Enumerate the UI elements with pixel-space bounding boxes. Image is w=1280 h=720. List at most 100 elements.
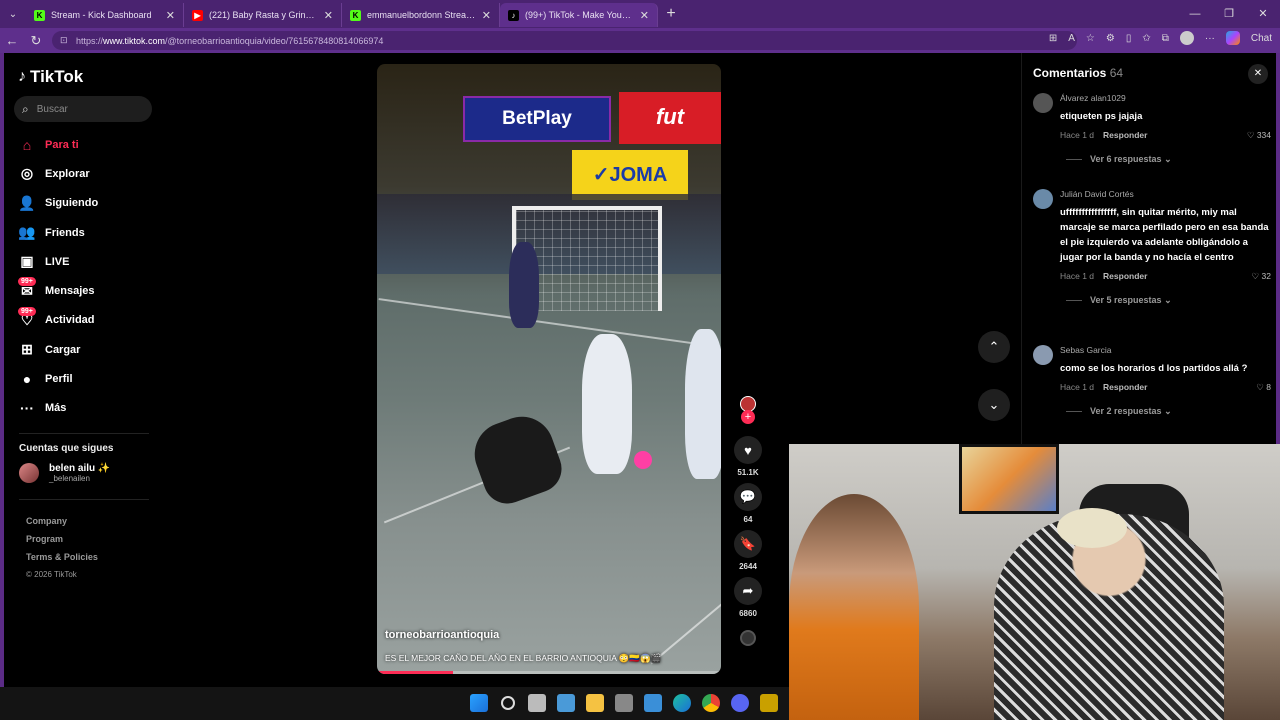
comment-user[interactable]: Álvarez alan1029 xyxy=(1060,93,1271,103)
reply-button[interactable]: Responder xyxy=(1103,382,1147,393)
translate-icon[interactable]: A xyxy=(1068,33,1075,44)
chevron-up-icon[interactable]: ⌃ xyxy=(978,331,1010,363)
bookmark-icon: 🔖 xyxy=(734,530,762,558)
avatar[interactable] xyxy=(1033,345,1053,365)
profile-avatar[interactable] xyxy=(1179,31,1194,45)
chrome-icon[interactable] xyxy=(702,694,720,712)
copyright: © 2026 TikTok xyxy=(26,570,77,579)
url-host: www.tiktok.com xyxy=(103,35,166,46)
music-disc-icon[interactable] xyxy=(740,630,756,646)
file-explorer-icon[interactable] xyxy=(586,694,604,712)
following-account[interactable]: belen ailu ✨ _belenailen xyxy=(19,463,110,483)
sidebar-item-mas[interactable]: ··· Más xyxy=(18,394,98,423)
favorites-icon[interactable]: ✩ xyxy=(1142,33,1150,44)
comment-like-button[interactable]: ♡ 32 xyxy=(1252,271,1271,282)
comment-user[interactable]: Julián David Cortés xyxy=(1060,189,1271,199)
sidebar-item-siguiendo[interactable]: 👤 Siguiendo xyxy=(18,189,98,218)
like-button[interactable]: ♥ 51.1K xyxy=(730,436,766,477)
comment-button[interactable]: 💬 64 xyxy=(730,483,766,524)
sidebar-item-mensajes[interactable]: ✉ 99+ Mensajes xyxy=(18,276,98,305)
minimize-icon[interactable]: — xyxy=(1178,0,1212,28)
tab-3[interactable]: ♪ (99+) TikTok - Make Your Day ✕ xyxy=(500,3,658,27)
windows-start-icon[interactable] xyxy=(470,694,488,712)
copilot-icon[interactable] xyxy=(1225,31,1240,45)
reply-button[interactable]: Responder xyxy=(1103,271,1147,282)
search-placeholder: Buscar xyxy=(36,103,68,115)
app-icon[interactable]: ⊞ xyxy=(1049,33,1057,44)
discord-icon[interactable] xyxy=(731,694,749,712)
view-replies-button[interactable]: Ver 2 respuestas ⌄ xyxy=(1066,406,1271,417)
notification-badge: 99+ xyxy=(18,306,36,316)
close-icon[interactable]: ✕ xyxy=(482,9,491,22)
comment-like-button[interactable]: ♡ 334 xyxy=(1247,130,1271,141)
chat-label[interactable]: Chat xyxy=(1251,33,1272,44)
close-window-icon[interactable]: ✕ xyxy=(1246,0,1280,28)
menu-icon[interactable]: ··· xyxy=(1205,33,1215,44)
comment-like-button[interactable]: ♡ 8 xyxy=(1256,382,1271,393)
network-icon[interactable] xyxy=(644,694,662,712)
extensions-icon[interactable]: ⚙ xyxy=(1106,33,1115,44)
sidebar-item-explorar[interactable]: ◎ Explorar xyxy=(18,159,98,188)
comment-user[interactable]: Sebas Garcia xyxy=(1060,345,1271,355)
app-icon[interactable] xyxy=(760,694,778,712)
tiktok-note-icon: ♪ xyxy=(18,68,26,85)
avatar[interactable] xyxy=(1033,93,1053,113)
close-icon[interactable]: ✕ xyxy=(166,9,175,22)
close-icon[interactable]: ✕ xyxy=(324,9,333,22)
split-screen-icon[interactable]: ▯ xyxy=(1126,33,1132,44)
search-input[interactable]: ⌕ Buscar xyxy=(14,96,152,122)
back-icon[interactable]: ← xyxy=(0,33,24,48)
sidebar-item-para-ti[interactable]: ⌂ Para ti xyxy=(18,130,98,159)
restore-icon[interactable]: ❐ xyxy=(1212,0,1246,28)
search-icon[interactable] xyxy=(501,696,515,710)
follow-button[interactable]: + xyxy=(741,410,755,424)
sidebar-item-label: LIVE xyxy=(45,255,70,268)
tab-2[interactable]: K emmanuelbordonn Stream - Watc ✕ xyxy=(342,3,500,27)
chevron-down-icon[interactable]: ⌄ xyxy=(978,389,1010,421)
live-icon: ▣ xyxy=(20,253,34,270)
footer-links: Company Program Terms & Policies © 2026 … xyxy=(26,516,98,588)
url-path: /@torneobarrioantioquia/video/7615678480… xyxy=(165,35,384,46)
footer-link[interactable]: Company xyxy=(26,516,98,534)
widgets-icon[interactable] xyxy=(557,694,575,712)
edge-icon[interactable] xyxy=(673,694,691,712)
comment-text: como se los horarios d los partidos allá… xyxy=(1060,363,1248,374)
comment-count: 64 xyxy=(743,515,753,524)
reply-button[interactable]: Responder xyxy=(1103,130,1147,141)
sidebar-item-actividad[interactable]: ♡ 99+ Actividad xyxy=(18,306,98,335)
heart-icon: ♥ xyxy=(734,436,762,464)
address-bar[interactable]: ⊡ https://www.tiktok.com/@torneobarrioan… xyxy=(52,31,1077,50)
view-replies-button[interactable]: Ver 6 respuestas ⌄ xyxy=(1066,154,1271,165)
tab-1[interactable]: ▶ (221) Baby Rasta y Gringo Feat Far ✕ xyxy=(184,3,342,27)
task-view-icon[interactable] xyxy=(528,694,546,712)
footer-link[interactable]: Program xyxy=(26,534,98,552)
store-icon[interactable] xyxy=(615,694,633,712)
site-info-icon[interactable]: ⊡ xyxy=(60,35,70,46)
sidebar-item-friends[interactable]: 👥 Friends xyxy=(18,218,98,247)
tab-actions-icon[interactable]: ⌄ xyxy=(0,0,26,28)
collections-icon[interactable]: ⧉ xyxy=(1162,33,1169,44)
new-tab-button[interactable]: + xyxy=(658,5,684,23)
footer-link[interactable]: Terms & Policies xyxy=(26,552,98,570)
close-icon[interactable]: ✕ xyxy=(1248,64,1268,84)
video-username[interactable]: torneobarrioantioquia xyxy=(385,629,499,641)
video-player[interactable]: BetPlay fut ✓JOMA torneobarrioantioquia … xyxy=(377,64,721,674)
save-button[interactable]: 🔖 2644 xyxy=(730,530,766,571)
notification-badge: 99+ xyxy=(18,277,36,287)
sidebar-item-live[interactable]: ▣ LIVE xyxy=(18,247,98,276)
tab-title: Stream - Kick Dashboard xyxy=(51,10,152,20)
tiktok-logo[interactable]: ♪ TikTok xyxy=(18,67,83,87)
refresh-icon[interactable]: ↻ xyxy=(24,33,48,49)
video-progress[interactable] xyxy=(377,671,721,674)
sidebar-item-cargar[interactable]: ⊞ Cargar xyxy=(18,335,98,364)
tab-0[interactable]: K Stream - Kick Dashboard ✕ xyxy=(26,3,184,27)
chevron-down-icon: ⌄ xyxy=(1164,295,1172,305)
comment-text: uffffffffffffffff, sin quitar mérito, mi… xyxy=(1060,207,1269,263)
share-button[interactable]: ➦ 6860 xyxy=(730,577,766,618)
favorite-icon[interactable]: ☆ xyxy=(1086,33,1095,44)
close-icon[interactable]: ✕ xyxy=(640,9,649,22)
sidebar-item-perfil[interactable]: ● Perfil xyxy=(18,364,98,393)
view-replies-button[interactable]: Ver 5 respuestas ⌄ xyxy=(1066,295,1271,306)
avatar[interactable] xyxy=(1033,189,1053,209)
navigation-bar: ← ↻ ⊡ https://www.tiktok.com/@torneobarr… xyxy=(0,28,1280,53)
